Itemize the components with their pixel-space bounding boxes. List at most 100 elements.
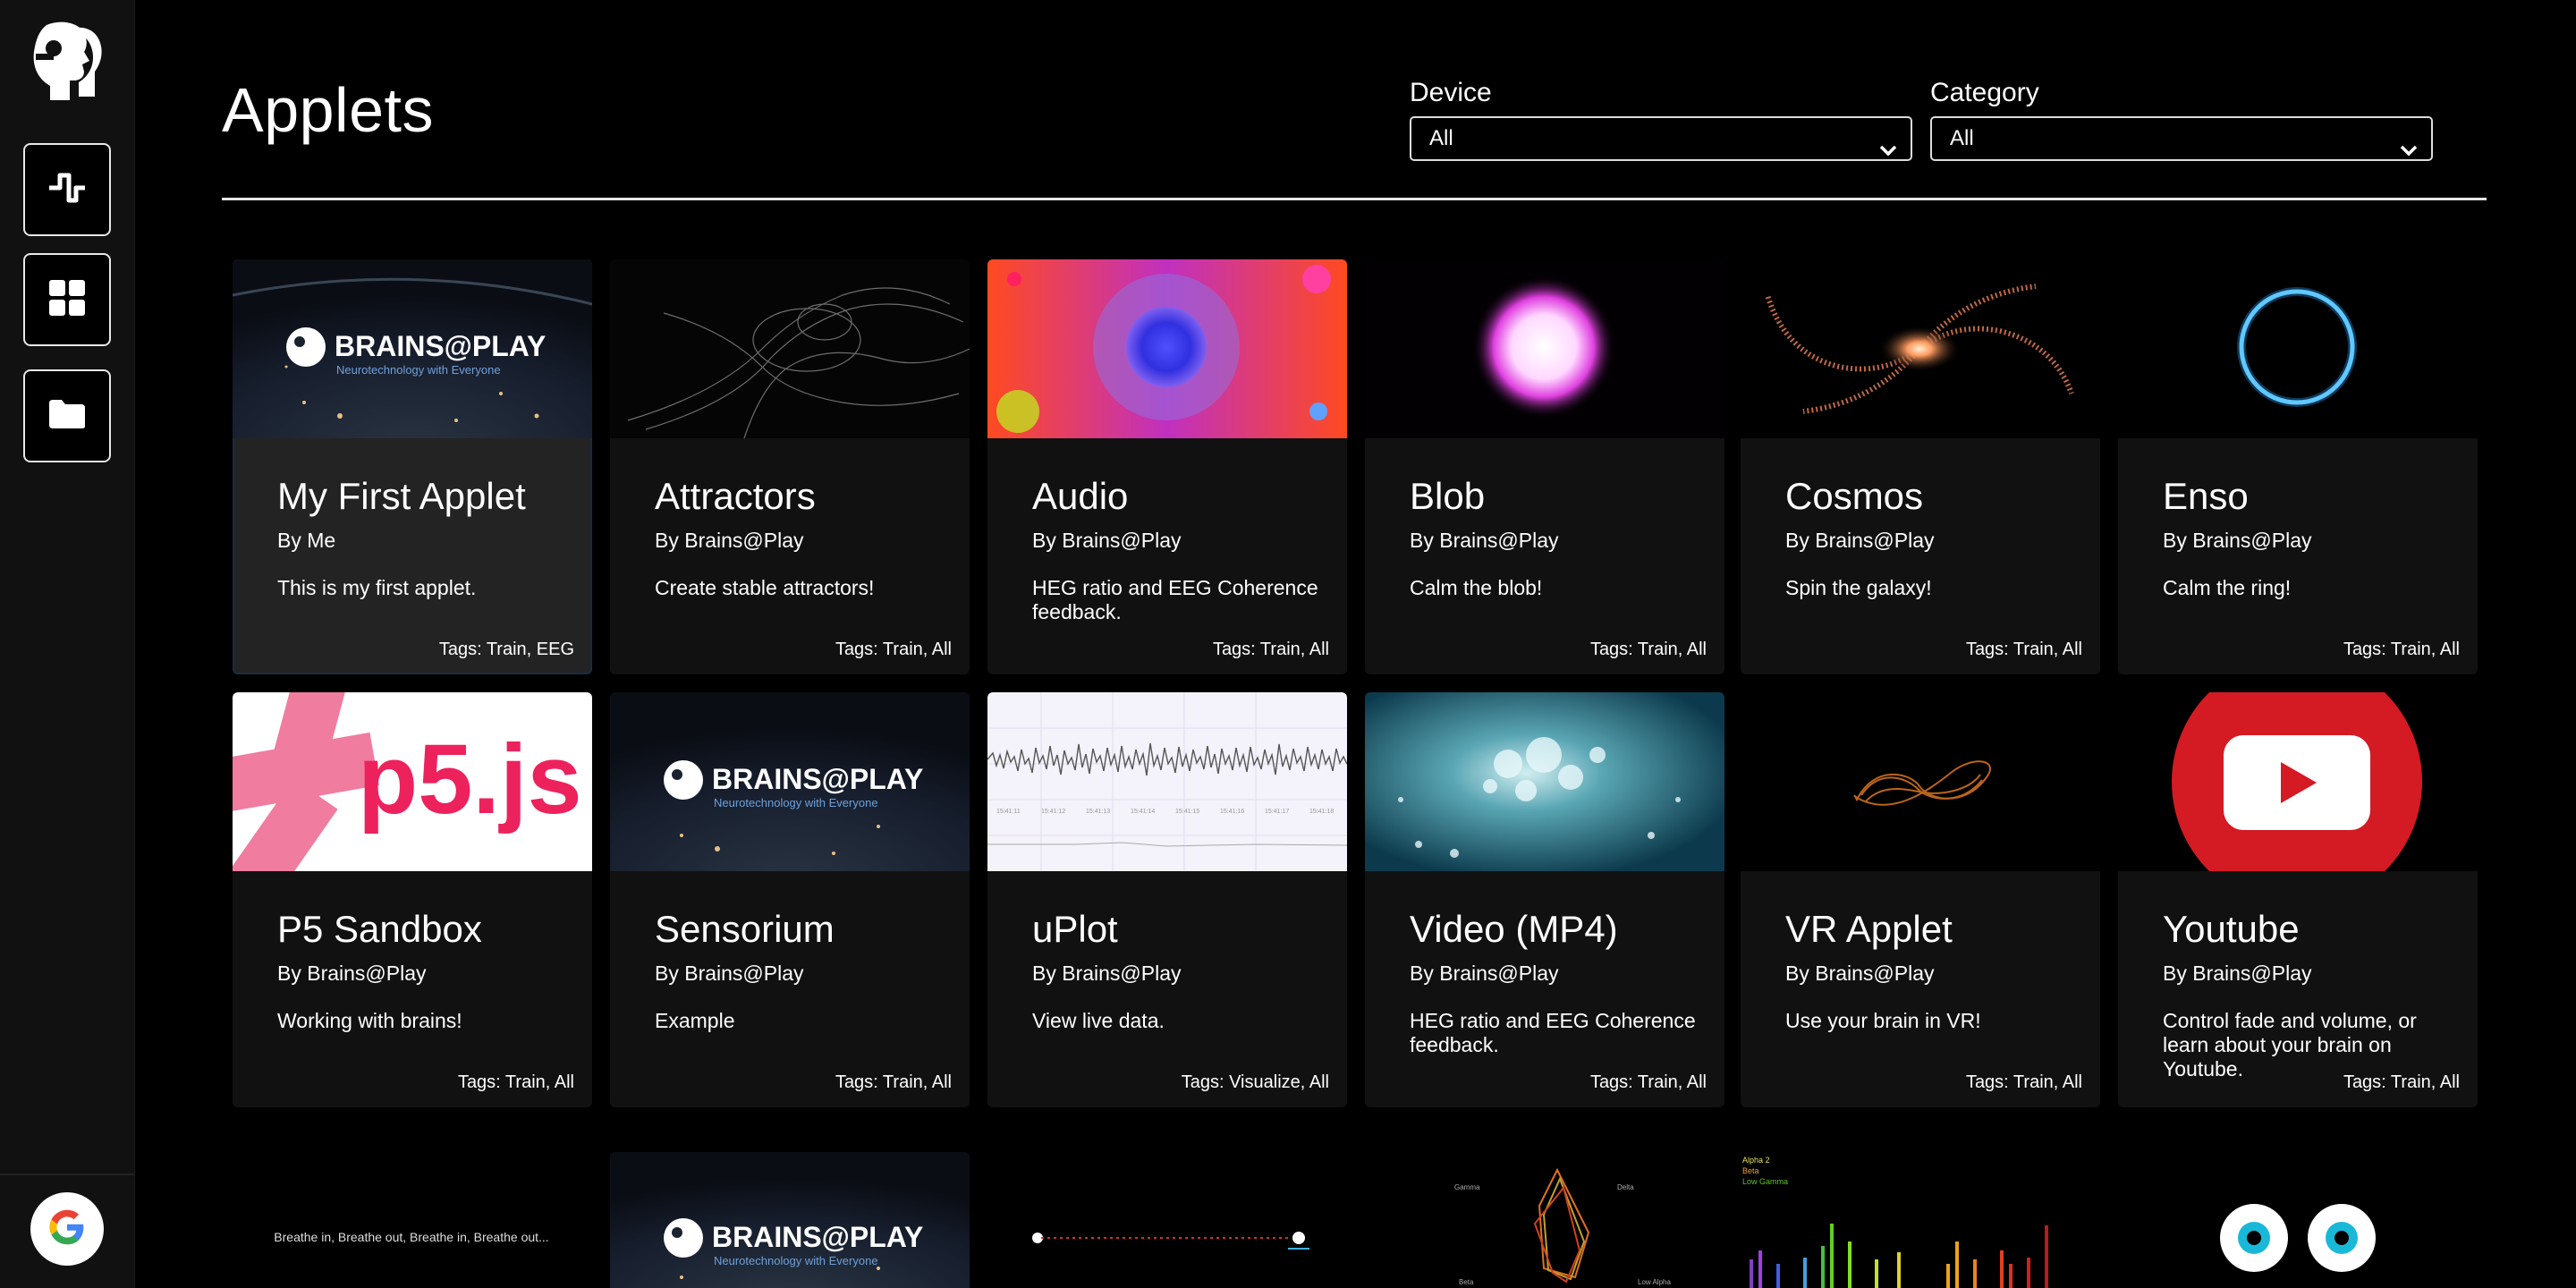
- applet-card-brains-at-play[interactable]: BRAINS@PLAY Neurotechnology with Everyon…: [610, 1152, 970, 1288]
- sidebar-divider: [0, 1174, 134, 1175]
- applet-card-enso[interactable]: Enso By Brains@Play Calm the ring! Tags:…: [2118, 259, 2478, 674]
- brains-at-play-thumbnail: BRAINS@PLAY Neurotechnology with Everyon…: [610, 692, 970, 871]
- app-logo-icon[interactable]: [29, 18, 107, 107]
- chevron-down-icon: [2399, 131, 2419, 157]
- applet-title: Blob: [1410, 475, 1486, 517]
- applet-description: Create stable attractors!: [655, 576, 875, 599]
- applet-description: Spin the galaxy!: [1785, 576, 1932, 599]
- applet-title: Attractors: [655, 475, 816, 517]
- applet-description: Working with brains!: [277, 1009, 462, 1032]
- p5js-logo-thumbnail: p5.js: [233, 692, 592, 871]
- applet-card-blob[interactable]: Blob By Brains@Play Calm the blob! Tags:…: [1365, 259, 1724, 674]
- applet-tags: Tags: Train, All: [1965, 1072, 2082, 1092]
- applet-title: Sensorium: [655, 908, 835, 950]
- device-select-value: All: [1429, 126, 1453, 150]
- applet-title: Youtube: [2163, 908, 2300, 950]
- applet-title: My First Applet: [277, 475, 526, 517]
- category-filter-label: Category: [1930, 78, 2039, 107]
- applet-card-sensorium[interactable]: BRAINS@PLAY Neurotechnology with Everyon…: [610, 692, 970, 1107]
- p5js-logo-text: p5.js: [358, 724, 582, 835]
- applet-title: VR Applet: [1785, 908, 1953, 950]
- google-icon: [47, 1208, 87, 1251]
- applet-card-audio[interactable]: Audio By Brains@Play HEG ratio and EEG C…: [987, 259, 1347, 674]
- applet-card-vr-applet[interactable]: VR Applet By Brains@Play Use your brain …: [1741, 692, 2100, 1107]
- applet-card-video-mp4[interactable]: Video (MP4) By Brains@Play HEG ratio and…: [1365, 692, 1724, 1107]
- applet-tags: Tags: Train, All: [1589, 1072, 1707, 1092]
- svg-text:15:41:15: 15:41:15: [1175, 809, 1199, 815]
- sidebar-grid-button[interactable]: [23, 253, 111, 346]
- chevron-down-icon: [1878, 131, 1898, 157]
- applet-tags: Tags: Visualize, All: [1181, 1072, 1329, 1092]
- applet-author: By Brains@Play: [1032, 529, 1182, 552]
- svg-text:15:41:16: 15:41:16: [1220, 809, 1244, 815]
- radar-label: Low Alpha: [1638, 1278, 1671, 1286]
- brain-head-icon: [286, 327, 326, 367]
- category-select[interactable]: All: [1930, 116, 2433, 161]
- applet-description: HEG ratio and EEG Coherence feedback.: [1410, 1009, 1696, 1056]
- applet-description: Control fade and volume, or learn about …: [2163, 1009, 2417, 1080]
- glowing-blob-thumbnail: [1365, 259, 1724, 438]
- brains-at-play-thumbnail: BRAINS@PLAY Neurotechnology with Everyon…: [233, 259, 592, 438]
- applet-card-my-first-applet[interactable]: BRAINS@PLAY Neurotechnology with Everyon…: [233, 259, 592, 674]
- folder-icon: [47, 398, 87, 435]
- applet-tags: Tags: Train, All: [1589, 640, 1707, 659]
- applet-description: This is my first applet.: [277, 576, 477, 599]
- applet-author: By Brains@Play: [1785, 529, 1935, 552]
- svg-text:15:41:12: 15:41:12: [1041, 809, 1065, 815]
- applet-author: By Brains@Play: [2163, 962, 2312, 985]
- applet-description: Use your brain in VR!: [1785, 1009, 1981, 1032]
- applet-title: uPlot: [1032, 908, 1118, 950]
- brain-head-icon: [664, 760, 703, 800]
- device-filter-label: Device: [1410, 78, 1492, 107]
- audio-flower-thumbnail: [987, 259, 1347, 438]
- applet-card-radar[interactable]: Gamma Delta Low Alpha Beta: [1365, 1152, 1724, 1288]
- applet-author: By Brains@Play: [2163, 529, 2312, 552]
- applet-description: View live data.: [1032, 1009, 1165, 1032]
- applet-description: Example: [655, 1009, 735, 1032]
- applet-card-breathe[interactable]: Breathe in, Breathe out, Breathe in, Bre…: [233, 1152, 592, 1288]
- brand-name: BRAINS@PLAY: [335, 330, 546, 362]
- brand-tagline: Neurotechnology with Everyone: [714, 796, 878, 809]
- cartoon-eyes-thumbnail: [2220, 1204, 2376, 1272]
- signal-icon: [47, 170, 88, 210]
- eeg-trace-thumbnail: 15:41:11 15:41:12 15:41:13 15:41:14 15:41:15…: [987, 692, 1347, 871]
- applet-card-band-power[interactable]: Alpha 2 Beta Low Gamma: [1741, 1152, 2100, 1288]
- attractor-particles-thumbnail: [610, 259, 970, 438]
- applet-card-youtube[interactable]: Youtube By Brains@Play Control fade and …: [2118, 692, 2478, 1107]
- grid-icon: [48, 279, 86, 321]
- category-select-value: All: [1950, 126, 1974, 150]
- breathing-text: Breathe in, Breathe out, Breathe in, Bre…: [274, 1230, 548, 1244]
- google-signin-button[interactable]: [30, 1192, 104, 1266]
- applet-description: HEG ratio and EEG Coherence feedback.: [1032, 576, 1318, 623]
- spiral-galaxy-thumbnail: [1741, 259, 2100, 438]
- applet-title: Audio: [1032, 475, 1129, 517]
- applet-tags: Tags: Train, All: [835, 1072, 952, 1092]
- applet-card-eyes[interactable]: [2118, 1152, 2478, 1288]
- applet-card-p5-sandbox[interactable]: p5.js P5 Sandbox By Brains@Play Working …: [233, 692, 592, 1107]
- orange-loop-thumbnail: [1741, 692, 2100, 871]
- sidebar: [0, 0, 135, 1288]
- ocean-water-thumbnail: [1365, 692, 1724, 871]
- applet-title: P5 Sandbox: [277, 908, 482, 950]
- applet-card-attractors[interactable]: Attractors By Brains@Play Create stable …: [610, 259, 970, 674]
- applet-card-cosmos[interactable]: Cosmos By Brains@Play Spin the galaxy! T…: [1741, 259, 2100, 674]
- brand-name: BRAINS@PLAY: [712, 1221, 923, 1253]
- brand-tagline: Neurotechnology with Everyone: [336, 363, 501, 377]
- sidebar-signal-button[interactable]: [23, 143, 111, 236]
- applet-card-sequence[interactable]: [987, 1152, 1347, 1288]
- applet-author: By Brains@Play: [1410, 529, 1559, 552]
- svg-text:15:41:18: 15:41:18: [1309, 809, 1334, 815]
- applet-tags: Tags: Train, All: [1965, 640, 2082, 659]
- applet-card-uplot[interactable]: 15:41:11 15:41:12 15:41:13 15:41:14 15:41:15…: [987, 692, 1347, 1107]
- applet-author: By Brains@Play: [655, 962, 804, 985]
- radar-label: Beta: [1459, 1278, 1474, 1286]
- applet-tags: Tags: Train, All: [457, 1072, 574, 1092]
- radar-label: Delta: [1617, 1183, 1634, 1191]
- legend-label: Low Gamma: [1742, 1177, 1788, 1186]
- legend-label: Beta: [1742, 1166, 1759, 1175]
- sidebar-folder-button[interactable]: [23, 369, 111, 462]
- brains-at-play-thumbnail: BRAINS@PLAY Neurotechnology with Everyon…: [610, 1152, 970, 1288]
- applet-author: By Me: [277, 529, 336, 552]
- device-select[interactable]: All: [1410, 116, 1912, 161]
- applet-tags: Tags: Train, EEG: [438, 640, 574, 659]
